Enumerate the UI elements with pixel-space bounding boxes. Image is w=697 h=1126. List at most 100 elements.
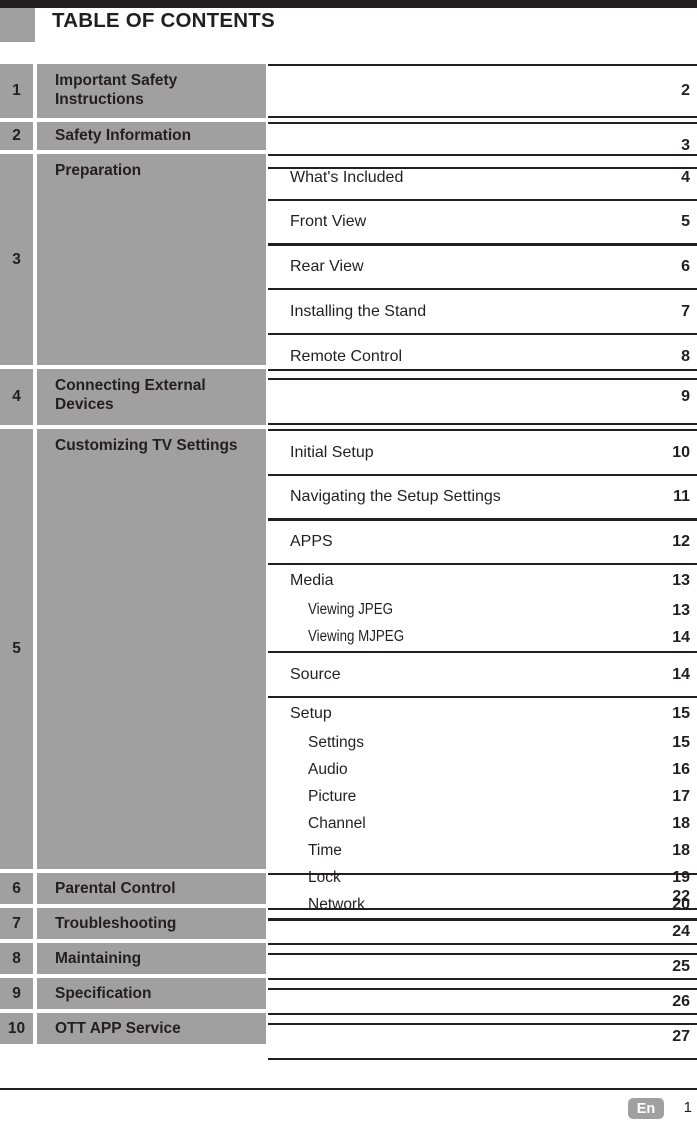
entry-label: Remote Control [290, 347, 403, 365]
toc-section[interactable]: 3 Preparation What's Included 4 Front View 5 R… [0, 154, 697, 380]
section-entries: 25 [268, 943, 697, 990]
toc-entry[interactable]: Front View 5 [268, 201, 697, 244]
section-number: 5 [0, 429, 33, 869]
toc-section[interactable]: 1 Important Safety Instructions 2 [0, 64, 697, 118]
subentry-label: Audio [308, 760, 348, 778]
entry-page-number: 5 [681, 213, 690, 231]
subentry-label: Viewing MJPEG [308, 628, 405, 646]
toc-entry[interactable]: Initial Setup 10 [268, 431, 697, 474]
section-entries: 24 [268, 908, 697, 955]
section-title[interactable]: OTT APP Service [37, 1013, 266, 1044]
section-title[interactable]: Important Safety Instructions [37, 64, 266, 118]
toc-section[interactable]: 4 Connecting External Devices 9 [0, 369, 697, 425]
entry-block[interactable]: Rear View 6 [268, 243, 697, 291]
section-entries: 9 [268, 369, 697, 425]
entry-block[interactable]: Source 14 [268, 650, 697, 698]
section-number: 10 [0, 1013, 33, 1044]
section-entries: Initial Setup 10 Navigating the Setup Sett… [268, 429, 697, 921]
entry-page-number: 26 [672, 992, 690, 1010]
toc-section[interactable]: 9 Specification 26 [0, 978, 697, 1025]
section-number: 3 [0, 154, 33, 365]
section-title[interactable]: Connecting External Devices [37, 369, 266, 425]
toc-entry[interactable]: Setup 15 [268, 698, 697, 730]
entry-block[interactable]: 9 [268, 369, 697, 425]
toc-entry[interactable]: Rear View 6 [268, 245, 697, 288]
toc-subentry[interactable]: Settings 15 [268, 730, 697, 757]
entry-page-number: 7 [681, 302, 690, 320]
subentry-page-number: 18 [672, 815, 690, 833]
top-dark-bar [0, 0, 697, 8]
footer-page-number: 1 [683, 1099, 692, 1116]
section-title[interactable]: Preparation [37, 154, 266, 365]
toc-subentry[interactable]: Channel 18 [268, 811, 697, 838]
toc-entry[interactable]: Source 14 [268, 653, 697, 696]
section-number: 2 [0, 122, 33, 150]
section-title[interactable]: Maintaining [37, 943, 266, 974]
toc-subentry[interactable]: Viewing MJPEG 14 [268, 624, 697, 651]
entry-block[interactable]: APPS 12 [268, 518, 697, 566]
section-title[interactable]: Parental Control [37, 873, 266, 904]
toc-entry[interactable]: 27 [268, 1015, 697, 1058]
subentry-label: Viewing JPEG [308, 601, 393, 619]
toc-section[interactable]: 8 Maintaining 25 [0, 943, 697, 990]
entry-block[interactable]: 27 [268, 1013, 697, 1060]
toc-section[interactable]: 6 Parental Control 22 [0, 873, 697, 920]
entry-block[interactable]: Initial Setup 10 [268, 429, 697, 476]
entry-label: Initial Setup [290, 443, 374, 461]
toc-section[interactable]: 7 Troubleshooting 24 [0, 908, 697, 955]
toc-entry[interactable]: APPS 12 [268, 520, 697, 563]
section-number: 4 [0, 369, 33, 425]
section-number: 9 [0, 978, 33, 1009]
entry-label: Rear View [290, 258, 364, 276]
table-of-contents: 1 Important Safety Instructions 2 2 Safety I… [0, 64, 697, 1060]
toc-subentry[interactable]: Viewing JPEG 13 [268, 597, 697, 624]
section-title[interactable]: Safety Information [37, 122, 266, 150]
toc-section[interactable]: 2 Safety Information 3 [0, 122, 697, 169]
subentry-label: Time [308, 841, 342, 859]
entry-block[interactable]: Front View 5 [268, 198, 697, 246]
page-header: TABLE OF CONTENTS [0, 8, 697, 55]
section-number: 6 [0, 873, 33, 904]
section-number: 7 [0, 908, 33, 939]
toc-subentry[interactable]: Picture 17 [268, 784, 697, 811]
entry-page-number: 6 [681, 258, 690, 276]
entry-label: Setup [290, 704, 332, 722]
toc-entry[interactable]: Installing the Stand 7 [268, 290, 697, 333]
entry-label: Source [290, 665, 341, 683]
entry-block[interactable]: Installing the Stand 7 [268, 288, 697, 336]
toc-section[interactable]: 5 Customizing TV Settings Initial Setup 10 N… [0, 429, 697, 921]
footer-divider [0, 1088, 697, 1090]
toc-entry[interactable]: 2 [268, 70, 697, 113]
entry-label: Media [290, 572, 334, 590]
entry-page-number: 4 [681, 168, 690, 186]
subentry-label: Channel [308, 814, 366, 832]
entry-page-number: 2 [681, 82, 690, 100]
entry-block[interactable]: Media 13 Viewing JPEG 13 Viewing MJPEG 14 [268, 563, 697, 654]
entry-page-number: 27 [672, 1027, 690, 1045]
page-title: TABLE OF CONTENTS [52, 9, 275, 32]
toc-subentry[interactable]: Audio 16 [268, 757, 697, 784]
subentry-page-number: 17 [672, 788, 690, 806]
entry-page-number: 22 [672, 887, 690, 905]
entry-page-number: 24 [672, 922, 690, 940]
subentry-page-number: 13 [672, 602, 690, 620]
section-entries: 26 [268, 978, 697, 1025]
subentry-label: Picture [308, 787, 357, 805]
entry-block[interactable]: 2 [268, 64, 697, 118]
entry-label: Front View [290, 213, 367, 231]
section-title[interactable]: Customizing TV Settings [37, 429, 266, 869]
entry-page-number: 12 [672, 533, 690, 551]
entry-block[interactable]: What's Included 4 [268, 154, 697, 201]
entry-block[interactable]: Navigating the Setup Settings 11 [268, 473, 697, 521]
toc-entry[interactable]: Media 13 [268, 565, 697, 597]
section-entries: 27 [268, 1013, 697, 1060]
entry-label: Installing the Stand [290, 302, 427, 320]
section-title[interactable]: Troubleshooting [37, 908, 266, 939]
toc-entry[interactable]: 9 [268, 376, 697, 419]
toc-entry[interactable]: What's Included 4 [268, 156, 697, 199]
section-title[interactable]: Specification [37, 978, 266, 1009]
toc-section[interactable]: 10 OTT APP Service 27 [0, 1013, 697, 1060]
section-number: 8 [0, 943, 33, 974]
toc-subentry[interactable]: Time 18 [268, 838, 697, 865]
toc-entry[interactable]: Navigating the Setup Settings 11 [268, 476, 697, 519]
